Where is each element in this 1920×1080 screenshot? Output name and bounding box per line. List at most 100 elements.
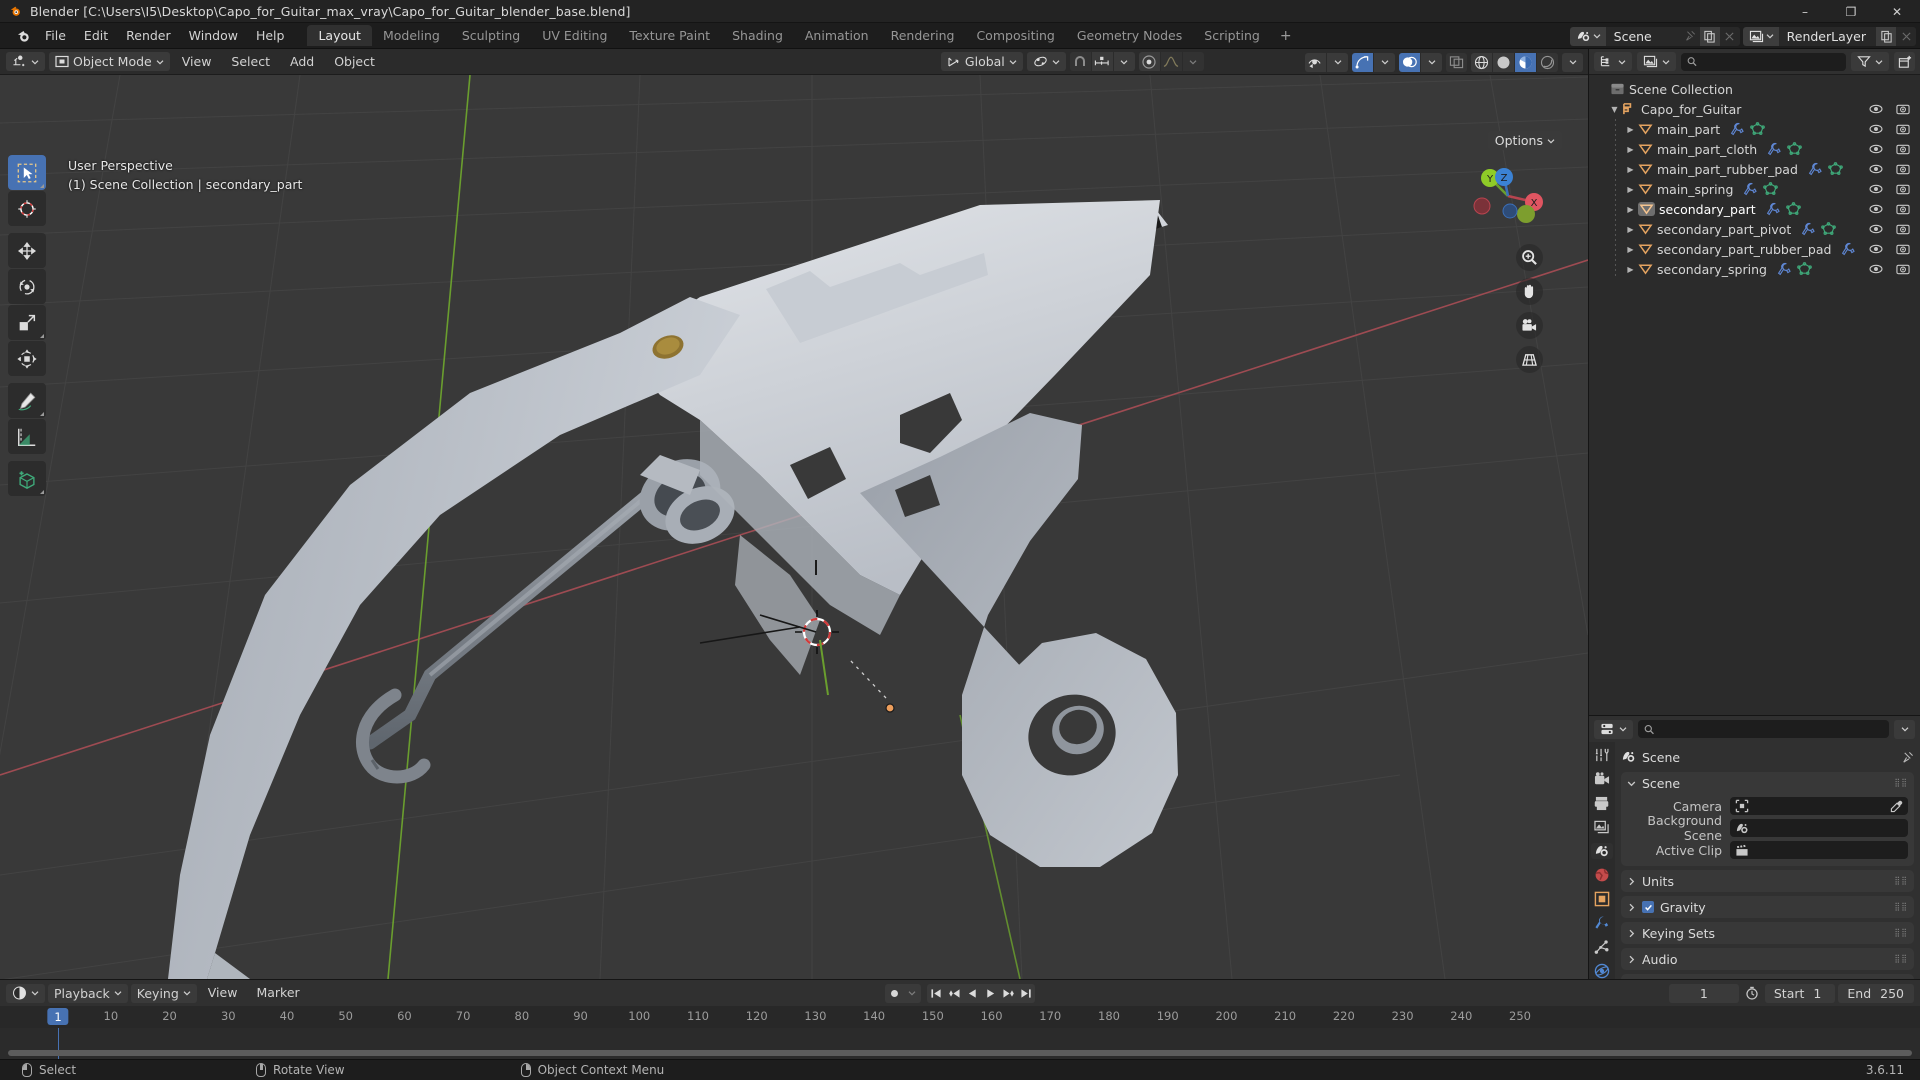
move-tool[interactable] [8, 233, 46, 268]
particles-tab[interactable] [1591, 939, 1613, 955]
tab-shading[interactable]: Shading [721, 25, 794, 46]
minimize-button[interactable]: – [1782, 0, 1828, 23]
scene-tab[interactable] [1591, 843, 1613, 859]
snap-to-setting-icon[interactable] [1091, 52, 1113, 71]
add-cube-tool[interactable] [8, 461, 46, 496]
proportional-editing-icon[interactable] [1138, 52, 1160, 71]
panel-grip[interactable]: ⣿⣿ [1894, 955, 1908, 963]
outliner-row-object[interactable]: ▶ main_part_cloth [1589, 139, 1920, 159]
active-clip-value-field[interactable] [1730, 841, 1908, 859]
expand-arrow[interactable]: ▶ [1623, 125, 1638, 134]
viewport-options-button[interactable]: Options [1487, 131, 1562, 150]
pivot-point-selector[interactable] [1026, 52, 1066, 71]
close-button[interactable]: ✕ [1874, 0, 1920, 23]
scene-selector[interactable]: Scene [1569, 26, 1740, 46]
editor-type-selector[interactable] [6, 52, 45, 71]
camera-render-icon[interactable] [1896, 123, 1910, 135]
maximize-button[interactable]: ❐ [1828, 0, 1874, 23]
jump-to-start-icon[interactable] [927, 984, 945, 1003]
remove-view-layer-icon[interactable] [1896, 26, 1916, 46]
outliner-row-object[interactable]: ▶ secondary_part_pivot [1589, 219, 1920, 239]
viewport-canvas[interactable] [0, 75, 1588, 979]
expand-arrow[interactable]: ▶ [1623, 245, 1638, 254]
camera-render-icon[interactable] [1896, 223, 1910, 235]
properties-search-input[interactable] [1638, 720, 1889, 738]
output-tab[interactable] [1591, 795, 1613, 811]
snap-magnet-icon[interactable] [1069, 52, 1091, 71]
viewport-menu-view[interactable]: View [174, 52, 220, 72]
properties-content[interactable]: Scene Scene ⣿⣿ Camera Background Scene A… [1615, 742, 1920, 979]
new-view-layer-icon[interactable] [1876, 26, 1896, 46]
scale-tool[interactable] [8, 305, 46, 340]
properties-options-dropdown-icon[interactable] [1894, 719, 1915, 739]
menu-render[interactable]: Render [117, 26, 180, 46]
outliner-row-object[interactable]: ▶ main_part_rubber_pad [1589, 159, 1920, 179]
mesh-data-icon[interactable] [1821, 222, 1837, 236]
camera-render-icon[interactable] [1896, 203, 1910, 215]
frame-end-field[interactable]: End 250 [1838, 983, 1914, 1003]
expand-arrow[interactable]: ▶ [1623, 265, 1638, 274]
jump-to-next-keyframe-icon[interactable] [999, 984, 1017, 1003]
eye-icon[interactable] [1869, 243, 1883, 255]
eye-icon[interactable] [1869, 103, 1883, 115]
auto-keying-toggle[interactable] [885, 983, 921, 1003]
eyedropper-icon[interactable] [1890, 800, 1903, 813]
timeline-editor-type-icon[interactable] [6, 983, 45, 1003]
frame-start-field[interactable]: Start 1 [1764, 983, 1836, 1003]
world-tab[interactable] [1591, 867, 1613, 883]
panel-grip[interactable]: ⣿⣿ [1894, 903, 1908, 911]
menu-window[interactable]: Window [180, 26, 247, 46]
panel-grip[interactable]: ⣿⣿ [1894, 779, 1908, 787]
transform-tool[interactable] [8, 341, 46, 376]
tab-texture-paint[interactable]: Texture Paint [618, 25, 721, 46]
modifier-icon[interactable] [1767, 142, 1782, 156]
falloff-curve-icon[interactable] [1160, 52, 1182, 71]
tab-uv-editing[interactable]: UV Editing [531, 25, 618, 46]
annotate-tool[interactable] [8, 383, 46, 418]
timeline-menu-view[interactable]: View [200, 983, 246, 1003]
3d-viewport[interactable]: Object Mode View Select Add Object Globa… [0, 49, 1588, 979]
camera-render-icon[interactable] [1896, 183, 1910, 195]
modifier-tab[interactable] [1591, 915, 1613, 931]
timeline-horizontal-scrollbar[interactable] [8, 1050, 1912, 1056]
mesh-data-icon[interactable] [1797, 262, 1812, 276]
modifier-icon[interactable] [1730, 122, 1745, 136]
camera-render-icon[interactable] [1896, 143, 1910, 155]
modifier-icon[interactable] [1808, 162, 1823, 176]
record-icon[interactable] [885, 984, 903, 1003]
grid-icon[interactable] [1516, 346, 1543, 373]
mesh-data-icon[interactable] [1785, 202, 1801, 216]
gizmo-dropdown-icon[interactable] [1374, 52, 1395, 72]
rotate-tool[interactable] [8, 269, 46, 304]
tab-layout[interactable]: Layout [307, 25, 372, 46]
tab-compositing[interactable]: Compositing [965, 25, 1065, 46]
properties-search-field[interactable] [1659, 722, 1883, 736]
auto-keying-dropdown-icon[interactable] [903, 984, 921, 1003]
render-tab[interactable] [1591, 771, 1613, 787]
properties-editor[interactable]: Scene Scene ⣿⣿ Camera Background Scene A… [1588, 715, 1920, 979]
jump-to-prev-keyframe-icon[interactable] [945, 984, 963, 1003]
outliner-row-object[interactable]: ▶ main_part [1589, 119, 1920, 139]
viewport-menu-object[interactable]: Object [326, 52, 383, 72]
delete-scene-icon[interactable] [1719, 26, 1740, 46]
eye-icon[interactable] [1869, 163, 1883, 175]
use-preview-range-icon[interactable] [1745, 986, 1759, 1000]
camera-render-icon[interactable] [1896, 163, 1910, 175]
mesh-data-icon[interactable] [1787, 142, 1803, 156]
view-layer-tab[interactable] [1591, 819, 1613, 835]
outliner-search-input[interactable] [1681, 52, 1846, 71]
mesh-data-icon[interactable] [1763, 182, 1779, 196]
play-reverse-icon[interactable] [963, 984, 981, 1003]
outliner-editor[interactable]: Scene Collection ▼ Capo_for_Guitar ▶ mai… [1588, 49, 1920, 715]
eye-icon[interactable] [1869, 263, 1883, 275]
cursor-tool[interactable] [8, 191, 46, 226]
visibility-dropdown-icon[interactable] [1327, 52, 1348, 72]
tab-geometry-nodes[interactable]: Geometry Nodes [1066, 25, 1193, 46]
camera-value-field[interactable] [1730, 797, 1908, 815]
outliner-row-collection[interactable]: ▼ Capo_for_Guitar [1589, 99, 1920, 119]
tool-tab[interactable] [1591, 747, 1613, 763]
collection-expand-arrow[interactable]: ▼ [1607, 105, 1622, 114]
blender-menu-icon[interactable] [10, 28, 36, 44]
xray-toggle-icon[interactable] [1446, 52, 1467, 72]
outliner-display-mode-icon[interactable] [1637, 52, 1676, 71]
